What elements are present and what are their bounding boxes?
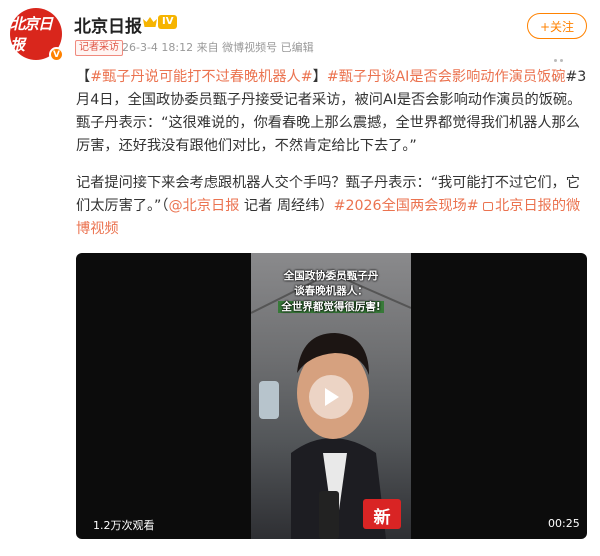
view-count: 1.2万次观看: [93, 519, 155, 532]
follow-button[interactable]: +关注: [527, 13, 587, 39]
play-button[interactable]: [309, 375, 353, 419]
video-caption-2: 谈春晚机器人：: [294, 285, 368, 297]
post-paragraph-1: 【#甄子丹说可能打不过春晚机器人#】#甄子丹谈AI是否会影响动作演员饭碗#3月4…: [76, 69, 587, 154]
video-caption-1: 全国政协委员甄子丹: [283, 270, 379, 282]
channel-icon: [483, 202, 494, 211]
verified-badge: V: [49, 47, 64, 62]
video-player[interactable]: 全国政协委员甄子丹 谈春晚机器人： 全世界都觉得很厉害! 新 1.2万次观看 0…: [76, 253, 587, 539]
video-duration: 00:25: [548, 517, 580, 530]
topic-link-3[interactable]: #2026全国两会现场#: [334, 198, 479, 214]
source-tag: 记者采访: [75, 40, 123, 56]
post-meta: 26-3-4 18:12 来自 微博视频号 已编辑: [122, 41, 314, 54]
post-content: 【#甄子丹说可能打不过春晚机器人#】#甄子丹谈AI是否会影响动作演员饭碗#3月4…: [76, 66, 588, 241]
topic-link-1[interactable]: #甄子丹说可能打不过春晚机器人#: [90, 69, 312, 85]
more-icon[interactable]: [554, 47, 570, 81]
mention-link[interactable]: @北京日报: [168, 198, 239, 214]
level-badge: IV: [158, 15, 178, 29]
account-name[interactable]: 北京日报: [74, 12, 142, 37]
video-caption-3: 全世界都觉得很厉害!: [251, 300, 411, 314]
mic-flag-text: 新: [373, 508, 391, 528]
play-icon: [325, 388, 339, 406]
crown-icon: [143, 17, 157, 27]
post-paragraph-2: 记者提问接下来会考虑跟机器人交个手吗？甄子丹表示：“我可能打不过它们，它们太厉害…: [76, 175, 581, 237]
topic-link-2[interactable]: #甄子丹谈AI是否会影响动作演员饭碗: [327, 69, 566, 85]
